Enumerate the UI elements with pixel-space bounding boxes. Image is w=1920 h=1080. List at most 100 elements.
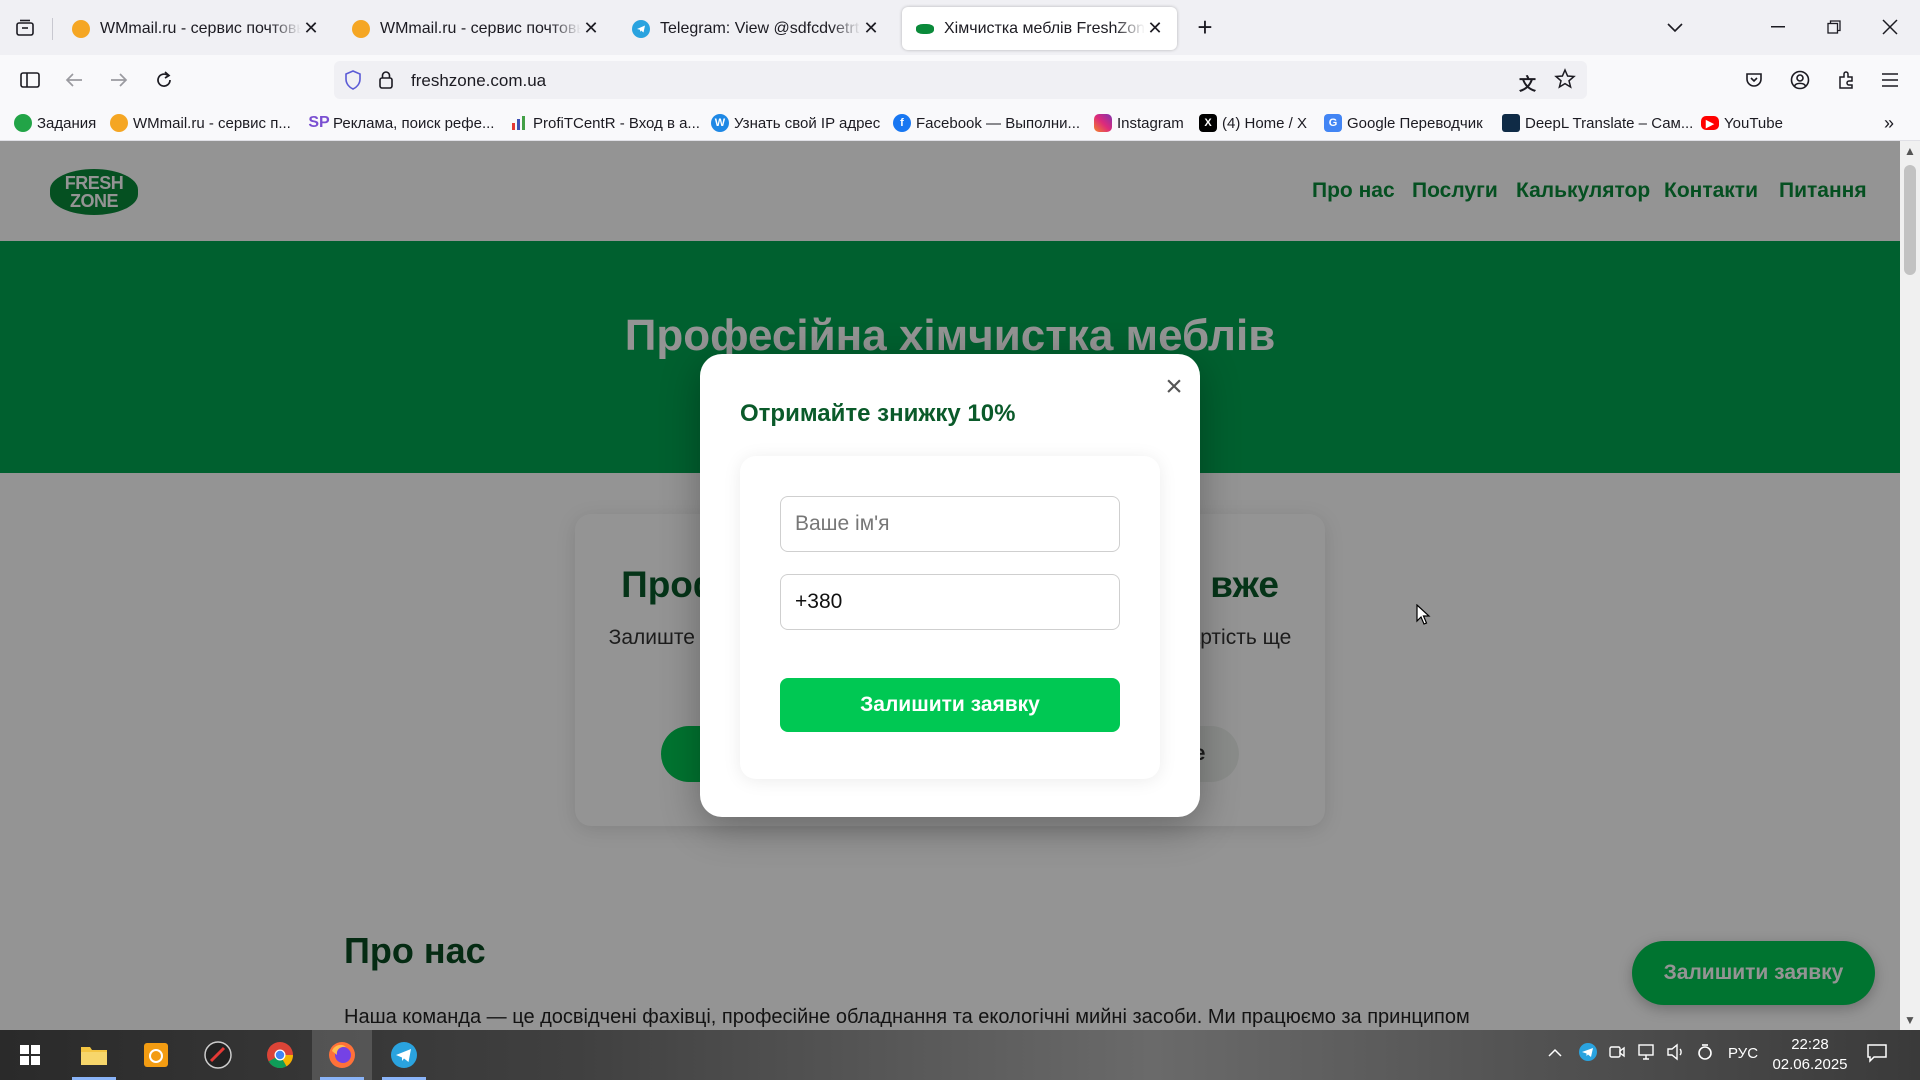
bookmark-item[interactable]: f Facebook — Выполни... [893,113,1080,133]
extensions-icon[interactable] [1832,67,1860,93]
restore-icon[interactable] [1816,12,1852,42]
page-scrollbar[interactable]: ▲ ▼ [1900,141,1920,1030]
tray-meet-icon[interactable] [1608,1043,1626,1065]
chrome-icon[interactable] [250,1030,310,1080]
reload-icon[interactable] [150,67,178,93]
close-tab-icon[interactable]: ✕ [1145,18,1165,39]
tab-title: WMmail.ru - сервис почтовых рассылок [380,19,581,37]
firefox-icon[interactable] [312,1030,372,1080]
notifications-icon[interactable] [1866,1043,1888,1067]
language-indicator[interactable]: РУС [1728,1045,1758,1062]
file-explorer-icon[interactable] [64,1030,124,1080]
telegram-favicon-icon [632,19,650,38]
close-tab-icon[interactable]: ✕ [861,18,881,39]
browser-tab-2[interactable]: WMmail.ru - сервис почтовых рассылок ✕ [338,7,613,50]
bookmark-label: Реклама, поиск рефе... [333,114,495,132]
telegram-icon[interactable] [374,1030,434,1080]
sidebar-toggle-icon[interactable] [16,67,44,93]
bookmarks-toolbar: Задания WMmail.ru - сервис п... SP Рекла… [0,105,1920,141]
deepl-icon [1502,114,1520,132]
discount-modal: × Отримайте знижку 10% Залишити заявку [700,354,1200,817]
bookmark-item[interactable]: Задания [14,113,96,133]
bookmark-label: Google Переводчик [1347,114,1483,132]
windows-start-icon[interactable] [0,1030,60,1080]
scroll-up-arrow-icon[interactable]: ▲ [1900,141,1920,161]
wmmail-favicon-icon [72,19,90,38]
close-tab-icon[interactable]: ✕ [581,18,601,39]
bookmark-label: Facebook — Выполни... [916,114,1081,132]
tab-bar: WMmail.ru - сервис почтовых рассылок ✕ W… [0,0,1920,55]
freshzone-favicon-icon [916,23,934,34]
lock-icon[interactable] [378,70,394,95]
bookmark-label: YouTube [1724,114,1783,132]
scroll-down-arrow-icon[interactable]: ▼ [1900,1010,1920,1030]
translate-icon[interactable]: 文 [1519,70,1536,95]
chevron-down-icon[interactable] [1660,14,1690,42]
bookmark-item[interactable]: WMmail.ru - сервис п... [110,113,291,133]
new-tab-button[interactable]: + [1190,12,1220,42]
windows-taskbar: РУС 22:28 02.06.2025 [0,1030,1920,1080]
facebook-icon: f [893,114,911,132]
bookmark-label: WMmail.ru - сервис п... [133,114,291,132]
bookmark-label: ProfiTCentR - Вход в а... [533,114,700,132]
star-bookmark-icon[interactable] [1554,68,1576,95]
bookmark-label: (4) Home / X [1222,114,1308,132]
bookmark-item[interactable]: Instagram [1094,113,1184,133]
clock-date: 02.06.2025 [1772,1056,1848,1073]
back-arrow-icon[interactable] [60,67,88,93]
pocket-icon[interactable] [1740,67,1768,93]
modal-title: Отримайте знижку 10% [740,400,1016,427]
more-bookmarks-chevron-icon[interactable]: » [1884,113,1894,133]
close-tab-icon[interactable]: ✕ [301,18,321,39]
tab-title: Telegram: View @sdfcdvetrt [660,19,860,37]
screenshot-tool-icon[interactable] [126,1030,186,1080]
wmmail-favicon-icon [352,19,370,38]
page-viewport: FRESH ZONE Про нас Послуги Калькулятор К… [0,141,1920,1030]
system-clock[interactable]: 22:28 02.06.2025 [1770,1035,1850,1075]
modal-close-icon[interactable]: × [1160,372,1188,402]
forward-arrow-icon[interactable] [105,67,133,93]
navigation-toolbar: freshzone.com.ua 文 [0,55,1920,105]
bookmark-item[interactable]: W Узнать свой IP адрес [711,113,880,133]
minimize-icon[interactable] [1760,12,1796,42]
name-input[interactable] [780,496,1120,552]
bookmark-item[interactable]: G Google Переводчик [1324,113,1483,133]
tray-chevron-up-icon[interactable] [1548,1045,1562,1062]
ip-check-icon: W [711,114,729,132]
scroll-thumb[interactable] [1904,165,1916,275]
volume-icon[interactable] [1666,1043,1686,1065]
bookmark-item[interactable]: X (4) Home / X [1199,113,1307,133]
request-form: Залишити заявку [740,456,1160,779]
account-icon[interactable] [1786,67,1814,93]
bookmark-item[interactable]: ▶ YouTube [1701,113,1783,133]
tray-telegram-icon[interactable] [1578,1042,1598,1066]
tab-title: WMmail.ru - сервис почтовых рассылок [100,19,301,37]
youtube-icon: ▶ [1701,116,1719,130]
bookmark-item[interactable]: SP Реклама, поиск рефе... [308,113,495,133]
submit-request-button[interactable]: Залишити заявку [780,678,1120,732]
bar-chart-icon [510,114,528,132]
bookmark-label: Задания [37,114,97,132]
address-bar[interactable]: freshzone.com.ua 文 [334,61,1587,99]
instagram-icon [1094,114,1112,132]
network-icon[interactable] [1636,1043,1656,1065]
app-icon[interactable] [188,1030,248,1080]
close-window-icon[interactable] [1872,12,1908,42]
bookmark-item[interactable]: ProfiTCentR - Вход в а... [510,113,700,133]
browser-tab-3[interactable]: Telegram: View @sdfcdvetrt ✕ [618,7,893,50]
browser-tab-1[interactable]: WMmail.ru - сервис почтовых рассылок ✕ [58,7,333,50]
tab-list-icon[interactable] [10,14,40,42]
browser-tab-4-active[interactable]: Хімчистка меблів FreshZone | Київ ✕ [902,7,1177,50]
mouse-cursor-icon [1416,604,1431,625]
url-text[interactable]: freshzone.com.ua [411,71,546,91]
sync-icon[interactable] [1696,1043,1714,1065]
bookmark-label: Instagram [1117,114,1184,132]
x-logo-icon: X [1199,114,1217,132]
tab-title: Хімчистка меблів FreshZone | Київ [944,19,1145,37]
menu-hamburger-icon[interactable] [1876,67,1904,93]
shield-icon[interactable] [344,70,362,95]
wmmail-icon [110,114,128,132]
tasks-icon [14,114,32,132]
bookmark-item[interactable]: DeepL Translate – Сам... [1502,113,1693,133]
phone-input[interactable] [780,574,1120,630]
